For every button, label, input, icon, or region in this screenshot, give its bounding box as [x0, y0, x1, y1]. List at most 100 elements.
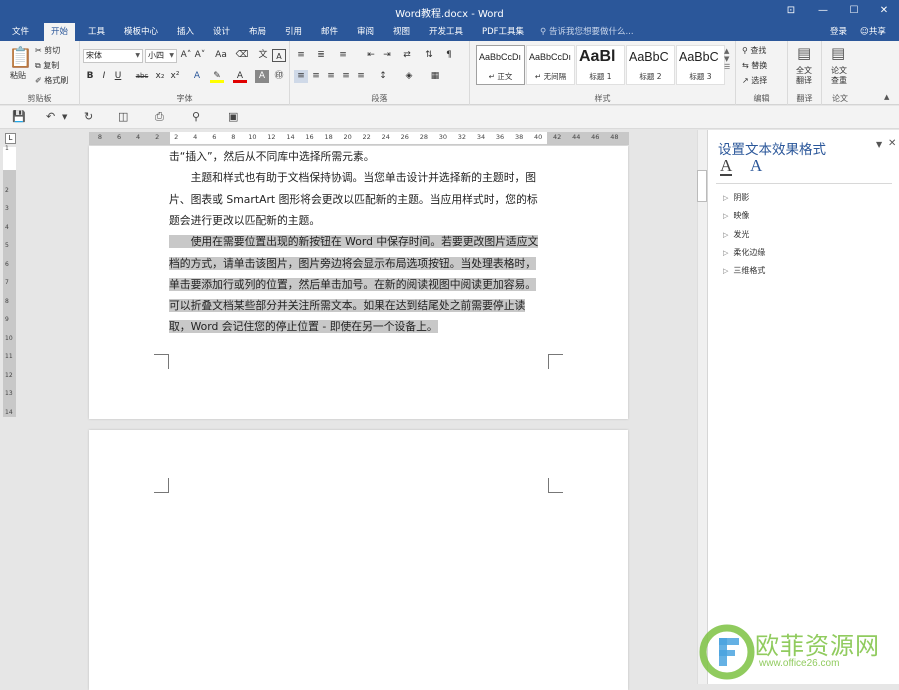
italic-button[interactable]: I: [97, 70, 111, 83]
full-translate-button[interactable]: 全文 翻译: [796, 66, 812, 86]
tab-insert[interactable]: 插入: [177, 23, 194, 41]
chinese-layout-icon[interactable]: ⇄: [400, 49, 414, 62]
enclose-char-icon[interactable]: ㊞: [272, 70, 286, 83]
tell-me-search[interactable]: ⚲ 告诉我您想要做什么...: [540, 23, 634, 41]
tab-template-center[interactable]: 模板中心: [124, 23, 158, 41]
chevron-down-icon[interactable]: ▼: [62, 113, 67, 121]
zoom-icon[interactable]: ⚲: [192, 110, 200, 123]
cut-button[interactable]: ✂ 剪切: [35, 45, 60, 56]
tab-review[interactable]: 审阅: [357, 23, 374, 41]
replace-button[interactable]: ⇆ 替换: [742, 60, 767, 71]
selected-text[interactable]: 档的方式，请单击该图片，图片旁边将会显示布局选项按钮。当处理表格时，: [169, 256, 537, 270]
document-page[interactable]: [89, 430, 628, 690]
pane-options-icon[interactable]: ▼: [876, 140, 882, 149]
close-button[interactable]: ✕: [871, 2, 897, 20]
document-line[interactable]: 使用在需要位置出现的新按钮在 Word 中保存时间。若要更改图片适应文: [169, 231, 539, 252]
copy-button[interactable]: ⧉ 复制: [35, 60, 59, 71]
multilevel-list-icon[interactable]: ≡: [336, 49, 350, 62]
document-line[interactable]: 题会进行更改以匹配新的主题。: [169, 210, 320, 231]
selected-text[interactable]: 单击要添加行或列的位置，然后单击加号。在新的阅读视图中阅读更加容易。: [169, 277, 537, 291]
selected-text[interactable]: 取，Word 会记住您的停止位置 - 即使在另一个设备上。: [169, 320, 438, 334]
print-preview-icon[interactable]: ⎙: [155, 110, 164, 124]
shrink-font-button[interactable]: A˅: [193, 49, 207, 62]
tab-pdf-tools[interactable]: PDF工具集: [482, 23, 524, 41]
align-center-icon[interactable]: ≡: [309, 70, 323, 83]
maximize-button[interactable]: ☐: [841, 2, 867, 20]
document-line[interactable]: 击“插入”，然后从不同库中选择所需元素。: [169, 146, 375, 167]
style-heading-1[interactable]: AaBl 标题 1: [576, 45, 625, 85]
phonetic-guide-icon[interactable]: 文: [256, 49, 270, 62]
style-normal[interactable]: AaBbCcDı ↵ 正文: [476, 45, 525, 85]
numbering-icon[interactable]: ≣: [314, 49, 328, 62]
format-painter-button[interactable]: ✐ 格式刷: [35, 75, 68, 86]
sort-icon[interactable]: ⇅: [422, 49, 436, 62]
align-left-icon[interactable]: ≡: [294, 70, 308, 83]
bullets-icon[interactable]: ≡: [294, 49, 308, 62]
change-case-button[interactable]: Aa: [212, 49, 230, 62]
highlight-color-icon[interactable]: ✎: [210, 70, 224, 83]
char-shading-icon[interactable]: A: [255, 70, 269, 83]
minimize-button[interactable]: —: [810, 2, 836, 20]
tab-references[interactable]: 引用: [285, 23, 302, 41]
text-effects-icon[interactable]: A: [190, 70, 204, 83]
decrease-indent-icon[interactable]: ⇤: [364, 49, 378, 62]
pane-close-icon[interactable]: ✕: [888, 138, 896, 149]
underline-button[interactable]: U: [111, 70, 125, 83]
shading-icon[interactable]: ◈: [402, 70, 416, 83]
distributed-icon[interactable]: ≡: [354, 70, 368, 83]
select-button[interactable]: ↗ 选择: [742, 75, 767, 86]
increase-indent-icon[interactable]: ⇥: [380, 49, 394, 62]
font-color-icon[interactable]: A: [233, 70, 247, 83]
bold-button[interactable]: B: [83, 70, 97, 83]
undo-icon[interactable]: ↶: [46, 110, 55, 123]
ribbon-display-options-button[interactable]: ⊡: [778, 2, 804, 20]
find-button[interactable]: ⚲ 查找: [742, 45, 766, 56]
text-effects-tab-icon[interactable]: A: [750, 157, 762, 174]
document-line[interactable]: 档的方式，请单击该图片，图片旁边将会显示布局选项按钮。当处理表格时，: [169, 253, 537, 274]
font-size-select[interactable]: 小四 ▼: [145, 49, 177, 63]
paper-check-button[interactable]: 论文 查重: [831, 66, 847, 86]
collapse-ribbon-icon[interactable]: ▲: [884, 93, 889, 101]
tab-layout[interactable]: 布局: [249, 23, 266, 41]
grow-font-button[interactable]: A˄: [179, 49, 193, 62]
sign-in-link[interactable]: 登录: [830, 23, 847, 41]
tab-mailings[interactable]: 邮件: [321, 23, 338, 41]
tab-home[interactable]: 开始: [44, 23, 76, 41]
tab-design[interactable]: 设计: [213, 23, 230, 41]
scrollbar-thumb[interactable]: [697, 170, 707, 202]
ruler-toggle-icon[interactable]: L: [5, 133, 16, 144]
line-spacing-icon[interactable]: ↕: [376, 70, 390, 83]
pane-item-reflection[interactable]: ▷ 映像: [723, 210, 749, 221]
tab-view[interactable]: 视图: [393, 23, 410, 41]
text-fill-outline-icon[interactable]: A: [720, 157, 733, 176]
pane-item-shadow[interactable]: ▷ 阴影: [723, 192, 749, 203]
document-line[interactable]: 主题和样式也有助于文档保持协调。当您单击设计并选择新的主题时，图: [169, 167, 537, 188]
selected-text[interactable]: 可以折叠文档某些部分并关注所需文本。如果在达到结尾处之前需要停止读: [169, 299, 526, 313]
save-icon[interactable]: 💾: [12, 110, 26, 123]
strikethrough-button[interactable]: abc: [133, 70, 151, 83]
redo-icon[interactable]: ↻: [84, 110, 93, 123]
tab-tools[interactable]: 工具: [88, 23, 105, 41]
tab-developer[interactable]: 开发工具: [429, 23, 463, 41]
style-no-spacing[interactable]: AaBbCcDı ↵ 无间隔: [526, 45, 575, 85]
paste-button[interactable]: 粘贴: [10, 70, 26, 81]
horizontal-ruler[interactable]: 8 6 4 2 2 4 6 8 10 12 14 16 18 20 22 24 26 28 30 32 34 36 38 40…: [89, 132, 629, 145]
align-right-icon[interactable]: ≡: [324, 70, 338, 83]
style-heading-2[interactable]: AaBbC 标题 2: [626, 45, 675, 85]
document-line[interactable]: 片、图表或 SmartArt 图形将会更改以匹配新的主题。当应用样式时，您的标: [169, 189, 538, 210]
char-border-icon[interactable]: A: [272, 49, 286, 62]
style-heading-3[interactable]: AaBbC 标题 3: [676, 45, 725, 85]
borders-icon[interactable]: ▦: [428, 70, 442, 83]
selected-text[interactable]: 使用在需要位置出现的新按钮在 Word 中保存时间。若要更改图片适应文: [169, 235, 539, 249]
share-button[interactable]: ☺共享: [860, 23, 886, 41]
justify-icon[interactable]: ≡: [339, 70, 353, 83]
show-marks-icon[interactable]: ¶: [442, 49, 456, 62]
pane-item-3d-format[interactable]: ▷ 三维格式: [723, 265, 765, 276]
document-line[interactable]: 可以折叠文档某些部分并关注所需文本。如果在达到结尾处之前需要停止读: [169, 295, 526, 316]
font-name-select[interactable]: 宋体 ▼: [83, 49, 143, 63]
tab-file[interactable]: 文件: [12, 23, 29, 41]
screenshot-icon[interactable]: ▣: [228, 110, 238, 123]
pane-item-soft-edges[interactable]: ▷ 柔化边缘: [723, 247, 765, 258]
pane-item-glow[interactable]: ▷ 发光: [723, 229, 749, 240]
vertical-scrollbar[interactable]: [697, 130, 707, 684]
